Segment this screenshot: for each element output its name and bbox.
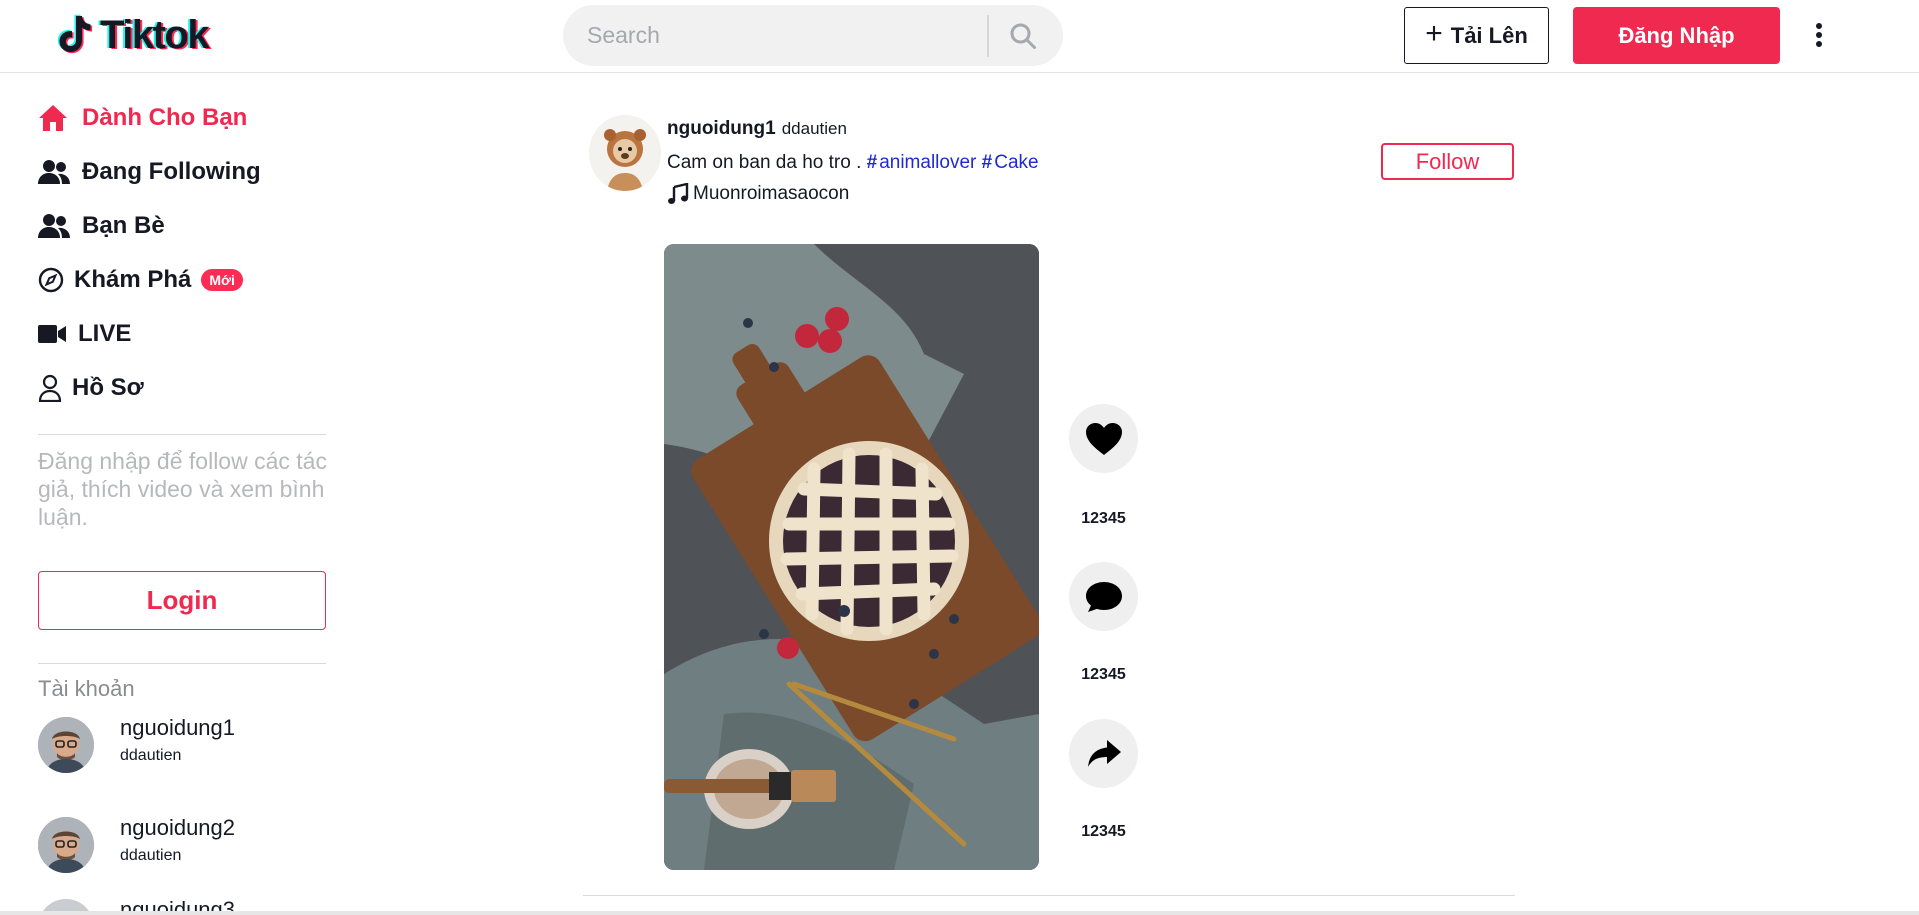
comment-icon <box>1085 581 1122 612</box>
post-nickname: ddautien <box>781 119 847 138</box>
plus-icon: + <box>1425 17 1443 50</box>
share-count: 12345 <box>1081 823 1126 840</box>
hashtag-link[interactable]: # animallover <box>867 152 977 173</box>
search-bar <box>563 5 1063 66</box>
post-music[interactable]: Muonroimasaocon <box>667 183 849 205</box>
video-thumbnail <box>664 244 1039 870</box>
user-icon <box>38 374 62 402</box>
logo[interactable]: Tiktok <box>54 12 210 58</box>
avatar <box>38 817 94 873</box>
share-button[interactable] <box>1069 719 1138 788</box>
share-icon <box>1087 739 1121 767</box>
accounts-title: Tài khoản <box>38 676 135 701</box>
tiktok-logo-icon <box>57 14 93 54</box>
post-caption: Cam on ban da ho tro . # animallover # Cak… <box>667 152 1039 174</box>
hashtag-text: Cake <box>994 152 1039 173</box>
post-username: nguoidung1 <box>667 118 776 139</box>
more-options-button[interactable] <box>1807 18 1831 52</box>
heart-icon <box>1085 422 1122 455</box>
logo-text: Tiktok <box>100 12 210 57</box>
hashtag-icon: # <box>866 152 878 173</box>
nav-label: Đang Following <box>82 158 261 185</box>
avatar <box>38 717 94 773</box>
follow-button[interactable]: Follow <box>1381 143 1514 180</box>
bottom-edge <box>0 911 1919 915</box>
nav-item-profile[interactable]: Hồ Sơ <box>38 366 144 410</box>
comment-count: 12345 <box>1081 666 1126 683</box>
search-divider <box>987 15 989 57</box>
nav-item-for-you[interactable]: Dành Cho Bạn <box>38 96 247 140</box>
caption-text: Cam on ban da ho tro . <box>667 152 862 173</box>
video-camera-icon <box>38 324 66 344</box>
nav-item-live[interactable]: LIVE <box>38 312 131 356</box>
friends-icon <box>38 213 70 239</box>
top-header: Tiktok + Tải Lên Đăng Nhập <box>0 0 1919 73</box>
music-note-icon <box>668 183 689 204</box>
search-button[interactable] <box>993 5 1053 66</box>
comment-button[interactable] <box>1069 562 1138 631</box>
vertical-dots-icon <box>1816 23 1822 47</box>
upload-button[interactable]: + Tải Lên <box>1404 7 1549 64</box>
nav-label: Dành Cho Bạn <box>82 104 248 131</box>
nav-label: Hồ Sơ <box>72 374 144 401</box>
video-player[interactable] <box>664 244 1039 870</box>
post-author[interactable]: nguoidung1 ddautien <box>667 118 847 140</box>
account-item[interactable]: nguoidung2 ddautien <box>38 815 328 877</box>
nav-label: Khám Phá <box>74 266 192 293</box>
sidebar-divider <box>38 434 326 435</box>
new-badge: Mới <box>201 269 243 291</box>
music-title: Muonroimasaocon <box>693 183 850 204</box>
account-nickname: ddautien <box>120 747 182 764</box>
nav-label: LIVE <box>78 320 132 347</box>
upload-label: Tải Lên <box>1450 22 1528 48</box>
like-button[interactable] <box>1069 404 1138 473</box>
home-icon <box>38 104 70 132</box>
hashtag-text: animallover <box>879 152 977 173</box>
account-item[interactable]: nguoidung1 ddautien <box>38 715 328 777</box>
nav-label: Bạn Bè <box>82 212 165 239</box>
nav-item-explore[interactable]: Khám Phá Mới <box>38 258 243 302</box>
search-icon <box>1010 23 1036 49</box>
sidebar-divider <box>38 663 326 664</box>
nav-item-following[interactable]: Đang Following <box>38 150 261 194</box>
account-name: nguoidung2 <box>120 815 236 840</box>
login-button[interactable]: Đăng Nhập <box>1573 7 1780 64</box>
post-author-avatar[interactable] <box>589 115 661 191</box>
users-icon <box>38 159 70 185</box>
account-name: nguoidung1 <box>120 715 236 740</box>
login-hint: Đăng nhập để follow các tác giả, thích v… <box>38 448 327 530</box>
account-nickname: ddautien <box>120 847 182 864</box>
hashtag-icon: # <box>981 152 993 173</box>
sidebar-login-button[interactable]: Login <box>38 571 326 630</box>
nav-item-friends[interactable]: Bạn Bè <box>38 204 165 248</box>
feed-divider <box>583 895 1515 896</box>
compass-icon <box>38 267 64 293</box>
like-count: 12345 <box>1081 510 1126 527</box>
search-input[interactable] <box>587 5 1027 66</box>
sidebar: Dành Cho Bạn Đang Following Bạn Bè Khám … <box>38 73 328 915</box>
hashtag-link[interactable]: # Cake <box>982 152 1039 173</box>
